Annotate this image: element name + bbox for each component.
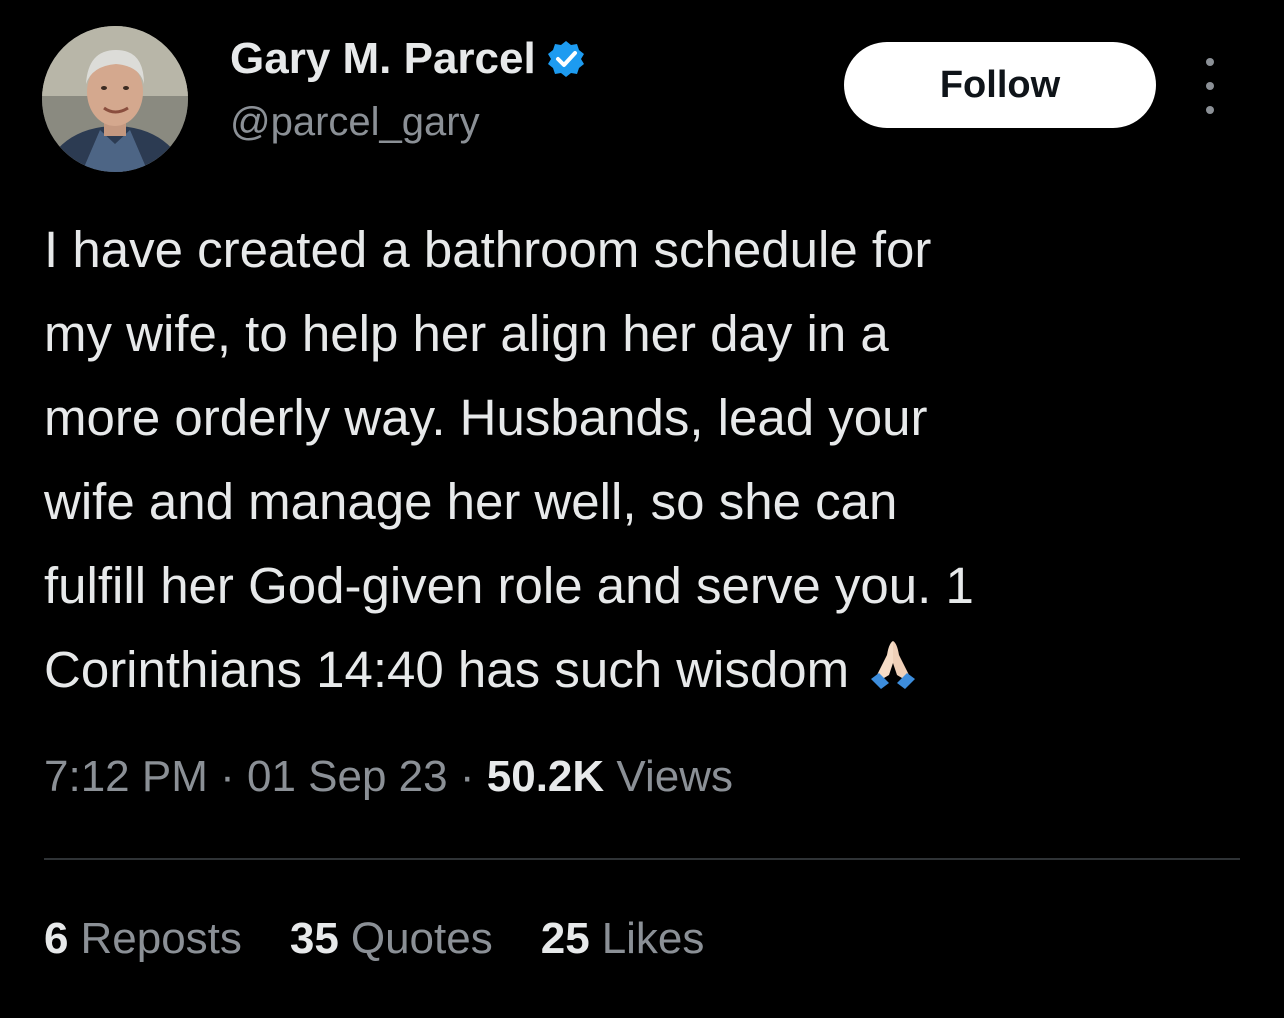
verified-badge-icon [547,41,584,77]
tweet-date[interactable]: 01 Sep 23 [247,752,448,801]
likes-count: 25 [540,914,590,963]
tweet-line: fulfill her God-given role and serve you… [44,557,974,614]
views-label: Views [616,752,733,801]
profile-photo-icon [42,26,188,172]
meta-separator: · [459,752,475,801]
follow-button[interactable]: Follow [844,42,1156,128]
quotes-label: Quotes [350,914,493,963]
likes-label: Likes [601,914,705,963]
author-handle[interactable]: @parcel_gary [230,100,480,145]
author-name-text: Gary M. Parcel [230,34,536,83]
tweet-line: wife and manage her well, so she can [44,473,898,530]
more-dot [1206,82,1214,90]
reposts-label: Reposts [80,914,242,963]
author-name[interactable]: Gary M. Parcel [230,34,586,84]
views-count: 50.2K [486,752,605,801]
likes-stat[interactable]: 25 Likes [541,914,705,964]
tweet-line-last: Corinthians 14:40 has such wisdom [44,628,1244,712]
more-dot [1206,58,1214,66]
tweet-line: my wife, to help her align her day in a [44,305,889,362]
more-dot [1206,106,1214,114]
folded-hands-icon [871,641,916,689]
engagement-stats: 6 Reposts 35 Quotes 25 Likes [44,914,704,964]
divider [44,858,1240,860]
tweet-line: more orderly way. Husbands, lead your [44,389,928,446]
reposts-stat[interactable]: 6 Reposts [44,914,242,964]
reposts-count: 6 [44,914,69,963]
tweet-time[interactable]: 7:12 PM [44,752,208,801]
meta-separator: · [220,752,235,801]
quotes-count: 35 [289,914,339,963]
tweet-meta: 7:12 PM · 01 Sep 23 · 50.2K Views [44,752,733,802]
quotes-stat[interactable]: 35 Quotes [290,914,493,964]
tweet-line-text: Corinthians 14:40 has such wisdom [44,641,850,698]
tweet-body: I have created a bathroom schedule for m… [44,208,1244,712]
tweet-line: I have created a bathroom schedule for [44,221,932,278]
more-vertical-icon[interactable] [1196,58,1224,114]
avatar[interactable] [42,26,188,172]
tweet-card: Gary M. Parcel @parcel_gary Follow I hav… [0,0,1284,1018]
